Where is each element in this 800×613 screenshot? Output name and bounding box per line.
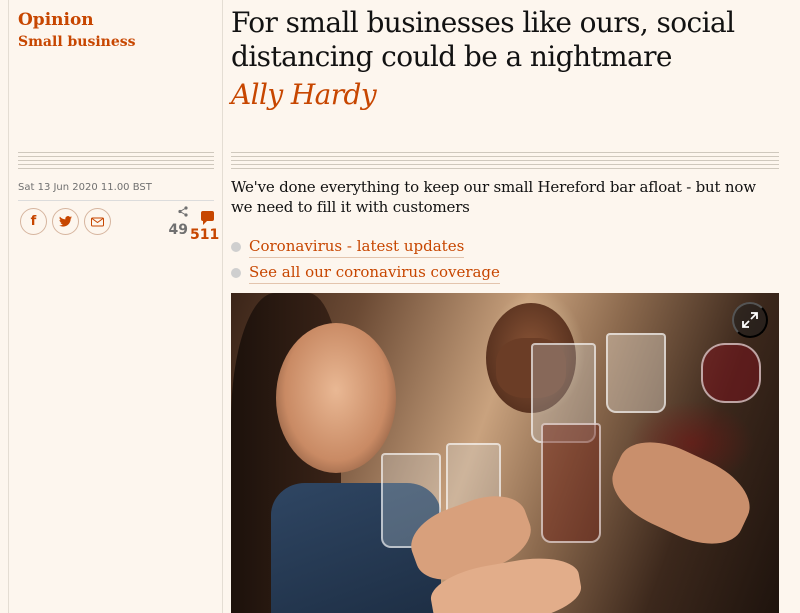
comment-count-link[interactable]: 511 bbox=[190, 206, 220, 245]
meta-divider bbox=[18, 200, 214, 201]
article-main-image bbox=[231, 293, 779, 613]
comment-icon bbox=[201, 211, 214, 225]
share-email-button[interactable] bbox=[84, 208, 111, 235]
share-count: 49 bbox=[164, 206, 188, 240]
related-link-label: Coronavirus - latest updates bbox=[249, 236, 465, 258]
related-link-label: See all our coronavirus coverage bbox=[249, 262, 500, 284]
twitter-icon bbox=[59, 216, 72, 227]
left-column-rule bbox=[8, 0, 9, 613]
meta-rule-lines bbox=[18, 152, 214, 170]
related-link-coverage[interactable]: See all our coronavirus coverage bbox=[231, 262, 500, 284]
bullet-icon bbox=[231, 268, 241, 278]
facebook-icon: f bbox=[30, 214, 37, 229]
expand-icon bbox=[742, 312, 758, 328]
expand-image-button[interactable] bbox=[732, 302, 768, 338]
share-facebook-button[interactable]: f bbox=[20, 208, 47, 235]
standfirst-rule-lines bbox=[231, 152, 779, 170]
bullet-icon bbox=[231, 242, 241, 252]
share-icon bbox=[164, 206, 188, 220]
article-headline: For small businesses like ours, social d… bbox=[231, 6, 735, 73]
share-count-value: 49 bbox=[168, 222, 188, 238]
column-divider bbox=[222, 0, 223, 613]
comment-count-value: 511 bbox=[190, 227, 220, 243]
series-link-small-business[interactable]: Small business bbox=[18, 34, 136, 50]
share-twitter-button[interactable] bbox=[52, 208, 79, 235]
section-link-opinion[interactable]: Opinion bbox=[18, 10, 94, 30]
email-icon bbox=[91, 217, 104, 226]
related-link-latest-updates[interactable]: Coronavirus - latest updates bbox=[231, 236, 465, 258]
author-byline[interactable]: Ally Hardy bbox=[231, 78, 377, 112]
article-standfirst: We've done everything to keep our small … bbox=[231, 178, 756, 216]
publication-date: Sat 13 Jun 2020 11.00 BST bbox=[18, 182, 152, 193]
